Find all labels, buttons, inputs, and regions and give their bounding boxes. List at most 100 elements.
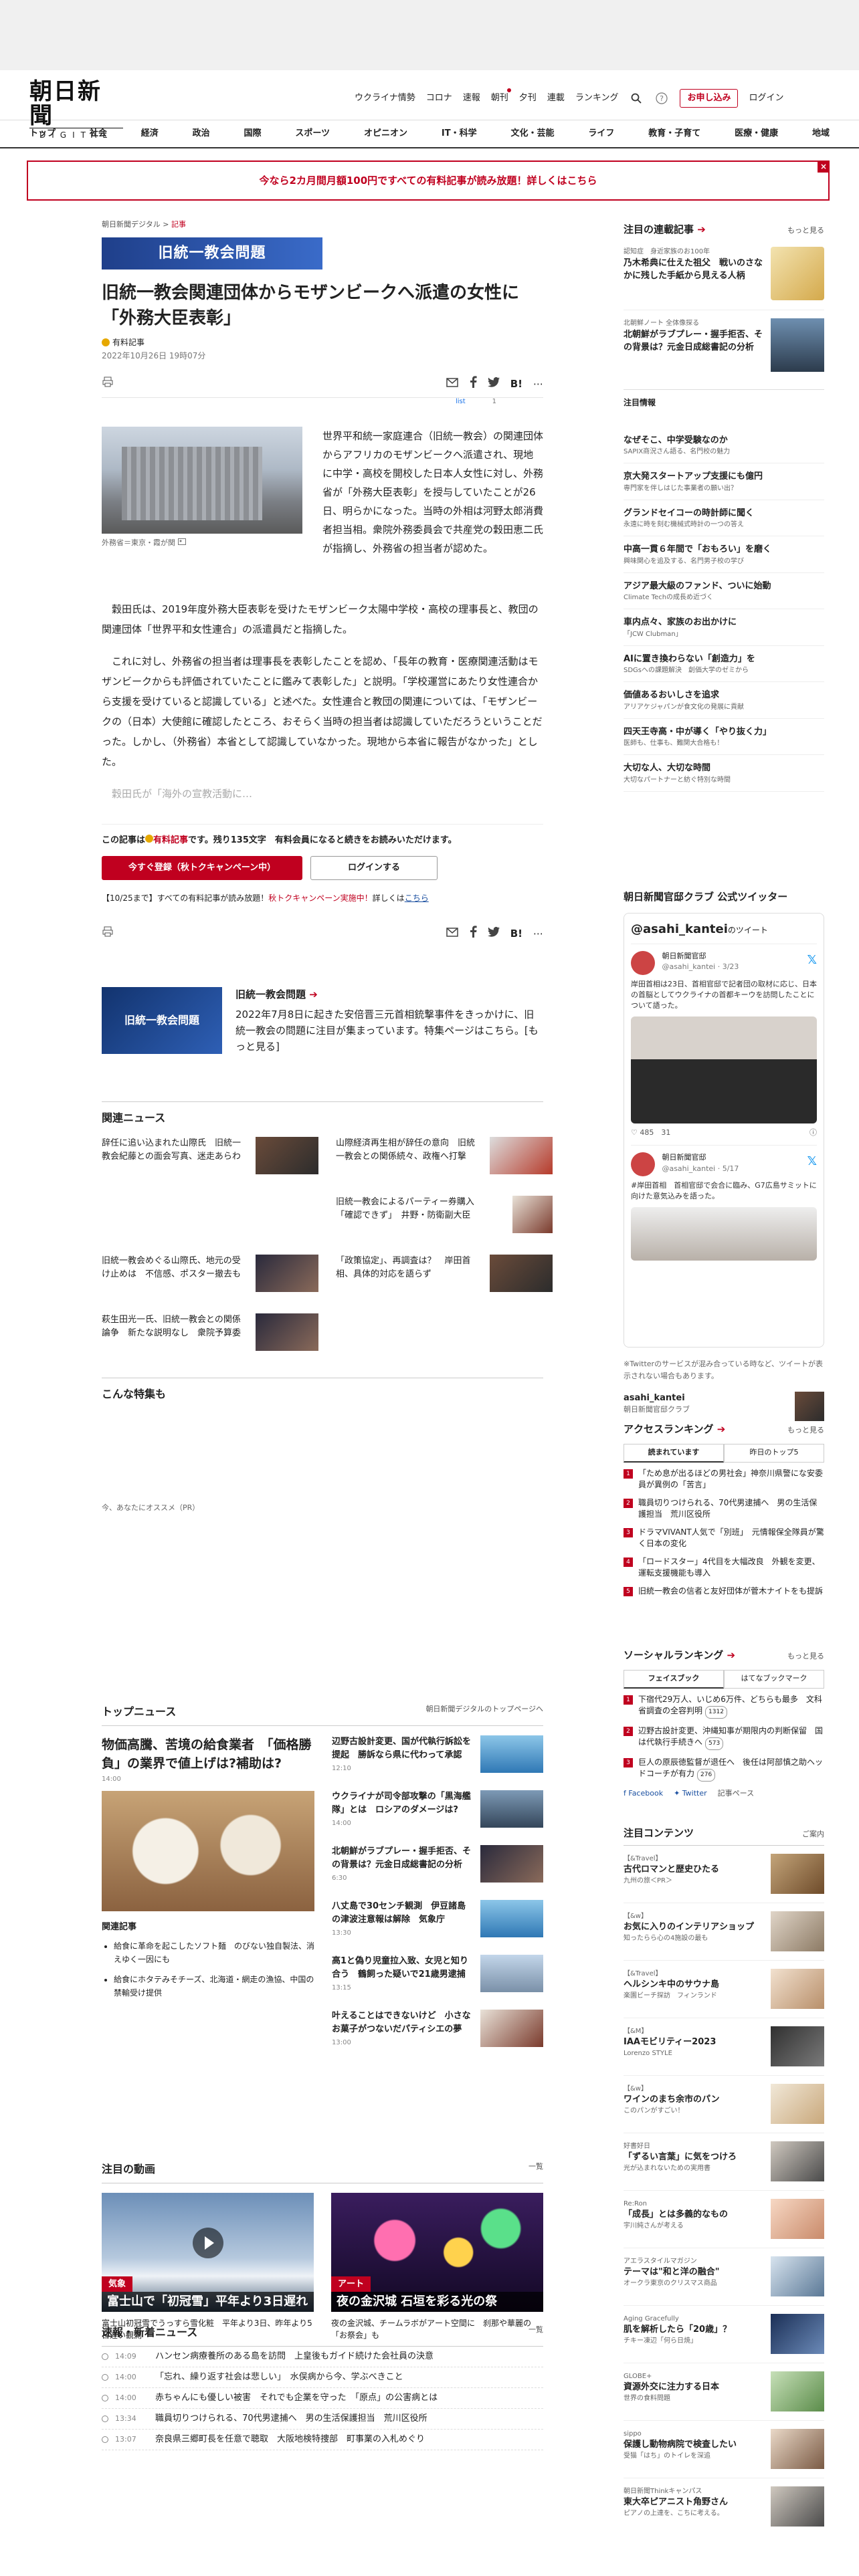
play-icon[interactable] (192, 2227, 223, 2258)
access-ranking-heading[interactable]: アクセスランキング ➔ (624, 1422, 725, 1437)
content-item[interactable]: GLOBE+ 資源外交に注力する日本 世界の食料問題 (624, 2363, 824, 2421)
promo-item[interactable]: グランドセイコーの時計師に聞く 永遠に時を刻む機械式時計の一つの答え (624, 500, 824, 536)
nav-region[interactable]: 地域 (812, 127, 830, 140)
ranking-item[interactable]: 1 「ため息が出るほどの男社会」神奈川県警にな安委員が異例の「苦言」 (624, 1468, 824, 1491)
promo-item[interactable]: 京大発スタートアップ支援にも億円 専門家を伴しはじた事業者の願い出？ (624, 463, 824, 500)
util-series[interactable]: 連載 (547, 92, 565, 105)
feature-title[interactable]: 旧統一教会問題 ➔ (235, 987, 543, 1002)
series-item[interactable]: 北朝鮮ノート 全体像探る 北朝鮮がラブプレー・握手拒否、その背景は？元金日成総書記… (624, 309, 824, 372)
nav-international[interactable]: 国際 (244, 127, 262, 140)
tab-yesterday-top5[interactable]: 昨日のトップ5 (724, 1443, 824, 1463)
breaking-item[interactable]: 14:09 ハンセン病療養所のある島を訪問 上皇後もガイド続けた会社員の決意 (102, 2347, 543, 2367)
twitter-embed[interactable]: @asahi_kanteiのツイート 朝日新聞官邸 @asahi_kantei ·… (624, 912, 824, 1348)
register-button[interactable]: 今すぐ登録（秋トクキャンペーン中） (102, 856, 302, 880)
top-news-more-link[interactable]: 朝日新聞デジタルのトップページへ (425, 1704, 543, 1720)
promo-item[interactable]: 中高一貫６年間で「おもろい」を磨く 興味関心を追及する、名門男子校の学び (624, 536, 824, 573)
breaking-more-link[interactable]: 一覧 (529, 2325, 543, 2341)
related-article-item[interactable]: 給食に革命を起こしたソフト麺 のびない独自製法、消えゆく一因にも (114, 1939, 314, 1966)
more-options-icon[interactable]: ⋯ (533, 926, 543, 942)
social-ranking-more[interactable]: もっと見る (787, 1651, 824, 1662)
nav-sports[interactable]: スポーツ (295, 127, 330, 140)
tab-hatena[interactable]: はてなブックマーク (724, 1669, 824, 1689)
util-ukraine[interactable]: ウクライナ情勢 (355, 92, 415, 105)
related-item-3[interactable]: 旧統一教会によるパーティー券購入「確認できず」 井野・防衛副大臣 (336, 1195, 553, 1233)
tweet-image[interactable] (631, 1207, 817, 1261)
top-news-item[interactable]: 辺野古設計変更、国が代執行訴訟を提起 勝訴なら県に代わって承認 12:10 (332, 1735, 543, 1776)
tab-most-read[interactable]: 読まれています (624, 1443, 724, 1463)
top-news-lead-title[interactable]: 物価高騰、苦境の給食業者 「価格勝負」の業界で値上げは?補助は? (102, 1735, 314, 1773)
social-ranking-heading[interactable]: ソーシャルランキング ➔ (624, 1648, 735, 1663)
access-ranking-more[interactable]: もっと見る (787, 1425, 824, 1436)
social-item[interactable]: 2 辺野古設計変更、沖縄知事が期限内の判断保留 国は代執行手続きへ 573 (624, 1725, 824, 1750)
top-news-item[interactable]: 叶えることはできないけど 小さなお菓子がつないだパティシエの夢 13:00 (332, 2010, 543, 2050)
ranking-item[interactable]: 2 職員切りつけられる、70代男逮捕へ 男の生活保護担当 荒川区役所 (624, 1497, 824, 1520)
top-news-item[interactable]: 八丈島で30センチ観測 伊豆諸島の津波注意報は解除 気象庁 13:30 (332, 1900, 543, 1940)
breaking-item[interactable]: 14:00 赤ちゃんにも優しい被害 それでも企業を守った 「原点」の公害病とは (102, 2388, 543, 2409)
article-pace-link[interactable]: 記事ペース (718, 1788, 754, 1800)
campaign-link[interactable]: 秋トクキャンペーン実施中！ (268, 893, 372, 903)
tab-facebook[interactable]: フェイスブック (624, 1669, 724, 1689)
topic-tag-image[interactable]: 旧統一教会問題 (102, 237, 322, 270)
site-logo[interactable]: 朝日新聞 DIGITAL (29, 80, 123, 140)
videos-more-link[interactable]: 一覧 (529, 2161, 543, 2177)
promo-item[interactable]: AIに置き換わらない「創造力」を SDGsへの課題解決 創価大学のゼミから (624, 646, 824, 682)
feature-block[interactable]: 旧統一教会問題 旧統一教会問題 ➔ 2022年7月8日に起きた安倍晋三元首相銃撃… (102, 987, 543, 1055)
crumb-site[interactable]: 朝日新聞デジタル (102, 220, 161, 229)
nav-it-science[interactable]: IT・科学 (442, 127, 477, 140)
help-icon[interactable]: ? (654, 91, 669, 106)
series-item[interactable]: 認知症 身近家族のお100年 乃木希典に仕えた祖父 戦いのさなかに残した手紙から見… (624, 246, 824, 300)
close-icon[interactable]: × (818, 160, 830, 173)
top-news-item[interactable]: ウクライナが司令部攻撃の「黒海艦隊」とは ロシアのダメージは? 14:00 (332, 1790, 543, 1830)
nav-life[interactable]: ライフ (588, 127, 614, 140)
content-item[interactable]: Aging Gracefully 肌を解析したら「20歳」？ チキー凍辺「何ら日焼」 (624, 2306, 824, 2363)
nav-opinion[interactable]: オピニオン (364, 127, 407, 140)
content-item[interactable]: 【&M】 IAAモビリティー2023 Lorenzo STYLE (624, 2018, 824, 2076)
related-item-6[interactable]: 萩生田光一氏、旧統一教会との関係論争 新たな説明なし 衆院予算委 (102, 1313, 318, 1351)
content-item[interactable]: 【&Travel】 ヘルシンキ中のサウナ島 楽園ビーチ探訪 フィンランド (624, 1961, 824, 2018)
video-card-2[interactable]: アート 夜の金沢城 石垣を彩る光の祭 夜の金沢城、チームラボがアート空間に 刹那… (331, 2193, 543, 2341)
content-item[interactable]: sippo 保護し動物病院で検査したい 受猫「はち」のトイレを深追 (624, 2421, 824, 2478)
expand-icon[interactable] (177, 538, 186, 547)
util-evening[interactable]: 夕刊 (519, 92, 537, 105)
promo-item[interactable]: 車内点々、家族のお出かけに 「JCW Clubman」 (624, 609, 824, 646)
content-item[interactable]: 朝日新聞Thinkキャンパス 東大卒ピアニスト角野さん ピアノの上達を、こちに考える… (624, 2478, 824, 2536)
promo-item[interactable]: 四天王寺高・中が導く「やり抜く力」 医師も、仕事も、難関大合格も！ (624, 719, 824, 755)
content-item[interactable]: アエラスタイルマガジン テーマは"和と洋の融合" オークラ東京のクリスマス商品 (624, 2248, 824, 2306)
nav-culture[interactable]: 文化・芸能 (510, 127, 554, 140)
share-list-link[interactable]: list (456, 397, 466, 407)
breaking-item[interactable]: 14:00 「忘れ、繰り返す社会は悲しい」 水俣病から今、学ぶべきこと (102, 2367, 543, 2388)
tweet[interactable]: 朝日新聞官邸 @asahi_kantei · 5/17 𝕏 #岸田首相 首相官邸で… (631, 1145, 817, 1261)
promo-item[interactable]: 大切な人、大切な時間 大切なパートナーと紡ぐ特別な時間 (624, 755, 824, 792)
content-item[interactable]: 【&w】 お気に入りのインテリアショップ 知ったらら心の4施設の最も (624, 1903, 824, 1961)
breaking-item[interactable]: 13:07 奈良県三郷町長を任意で聴取 大阪地検特捜部 町事業の入札めぐり (102, 2430, 543, 2450)
top-news-lead-image[interactable] (102, 1791, 314, 1911)
heart-icon[interactable]: ♡ (631, 1128, 638, 1137)
campaign-banner[interactable]: 今なら2カ月間月額100円ですべての有料記事が読み放題！詳しくはこちら × (27, 160, 830, 201)
series-heading[interactable]: 注目の連載記事 ➔ (624, 222, 706, 237)
info-icon[interactable]: ⓘ (809, 1128, 817, 1139)
util-sokuho[interactable]: 速報 (463, 92, 480, 105)
facebook-icon[interactable] (469, 376, 477, 393)
related-article-item[interactable]: 給食にホタテみそチーズ、北海道・網走の漁協、中国の禁輸受け提供 (114, 1973, 314, 2000)
related-item-5[interactable]: 「政策協定」、再調査は？ 岸田首相、具体的対応を語らず (336, 1254, 553, 1292)
twitter-icon[interactable] (487, 377, 500, 392)
login-button[interactable]: ログインする (310, 856, 438, 880)
featured-content-more[interactable]: ご案内 (802, 1829, 824, 1840)
more-options-icon[interactable]: ⋯ (533, 377, 543, 392)
content-item[interactable]: 【&w】 ワインのまち余市のパン このパンがすごい！ (624, 2076, 824, 2133)
nav-health[interactable]: 医療・健康 (735, 127, 778, 140)
content-item[interactable]: 好書好日 「ずるい言葉」に気をつけろ 光が込まれないための実用書 (624, 2133, 824, 2191)
hatena-bookmark-icon[interactable]: B! (510, 926, 522, 942)
facebook-share[interactable]: f Facebook (624, 1788, 663, 1800)
avatar[interactable] (631, 1152, 655, 1176)
ranking-item[interactable]: 3 ドラマVIVANT人気で「別班」 元情報保全隊員が驚く日本の変化 (624, 1527, 824, 1549)
avatar[interactable] (631, 950, 655, 975)
twitter-share[interactable]: ✦ Twitter (674, 1788, 707, 1800)
video-card-1[interactable]: 気象 富士山で「初冠雪」平年より3日遅れ 富士山初冠雪でうっすら雪化粧 平年より… (102, 2193, 314, 2341)
twitter-x-icon[interactable]: 𝕏 (807, 1152, 817, 1170)
nav-education[interactable]: 教育・子育て (648, 127, 700, 140)
feature-image[interactable]: 旧統一教会問題 (102, 987, 222, 1054)
top-news-item[interactable]: 北朝鮮がラブプレー・握手拒否、その背景は？元金日成総書記の分析 6:30 (332, 1845, 543, 1885)
subscribe-button[interactable]: お申し込み (680, 89, 739, 108)
video-thumbnail[interactable]: 気象 富士山で「初冠雪」平年より3日遅れ (102, 2193, 314, 2312)
